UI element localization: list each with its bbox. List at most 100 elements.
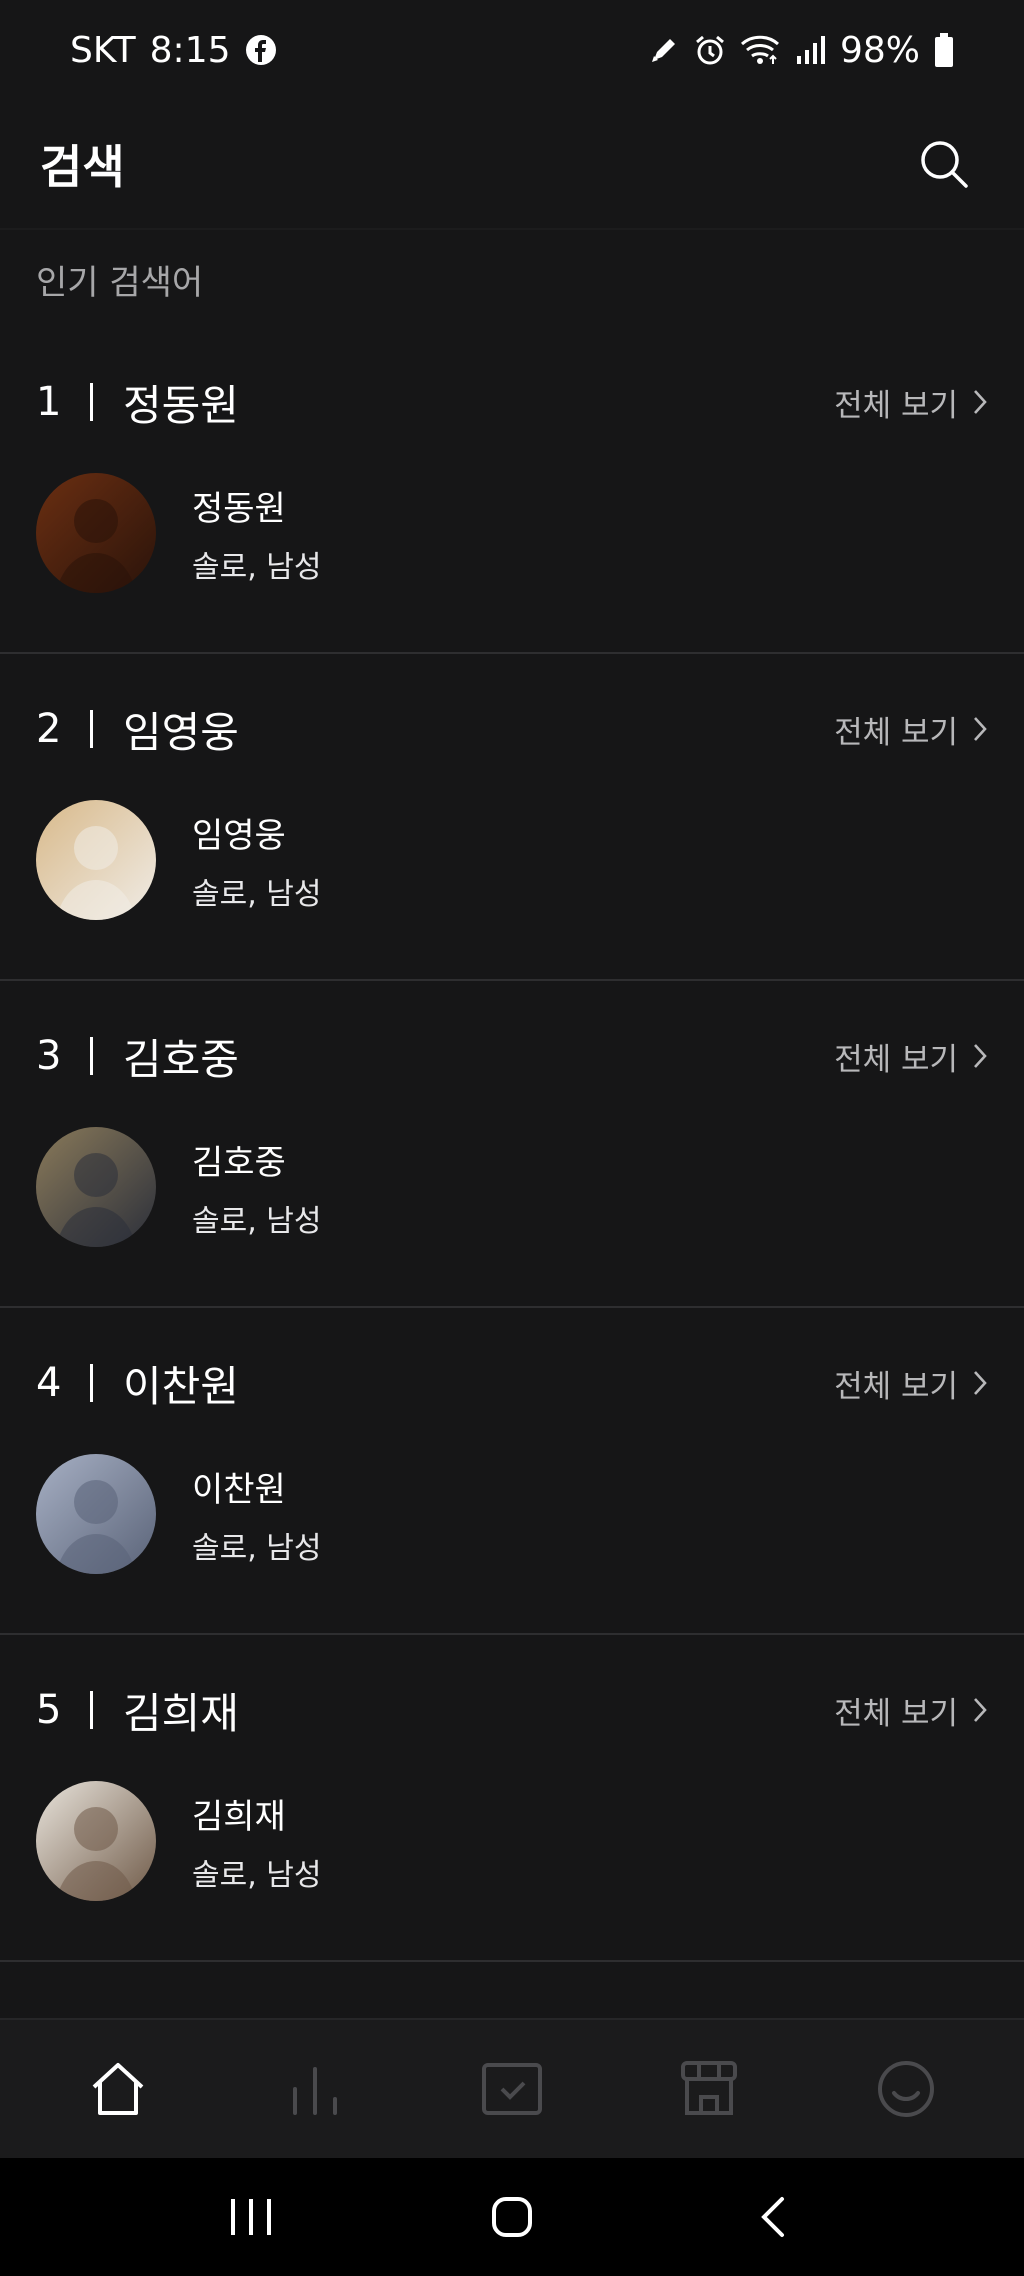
artist-name: 임영웅 — [192, 815, 286, 856]
artist-avatar — [36, 1127, 156, 1247]
system-nav — [0, 2158, 1024, 2276]
view-all-label: 전체 보기 — [834, 387, 958, 424]
rank-number: 1 — [36, 379, 62, 425]
rank-separator — [90, 383, 93, 421]
artist-avatar — [36, 1454, 156, 1574]
artist-avatar — [36, 1781, 156, 1901]
signal-icon — [794, 34, 826, 66]
nav-home[interactable] — [58, 2039, 178, 2139]
view-all-label: 전체 보기 — [834, 1695, 958, 1732]
chevron-right-icon — [974, 1698, 987, 1722]
artist-card[interactable]: 정동원 솔로, 남성 — [36, 473, 321, 593]
artist-meta: 솔로, 남성 — [192, 1530, 322, 1566]
artist-card[interactable]: 이찬원 솔로, 남성 — [36, 1454, 321, 1574]
rank-keyword: 김희재 — [123, 1688, 239, 1738]
rank-header: 1 정동원 전체 보기 — [36, 367, 988, 437]
rank-item[interactable]: 2 임영웅 전체 보기 임영웅 솔로, 남성 — [0, 654, 1024, 981]
home-icon — [93, 2063, 144, 2115]
artist-meta: 솔로, 남성 — [192, 1857, 322, 1893]
back-button[interactable] — [723, 2177, 823, 2257]
rank-item[interactable]: 5 김희재 전체 보기 김희재 솔로, 남성 — [0, 1635, 1024, 1962]
search-icon — [921, 141, 968, 188]
rank-item[interactable]: 4 이찬원 전체 보기 이찬원 솔로, 남성 — [0, 1308, 1024, 1635]
status-bar: SKT 8:15 98% — [0, 0, 1024, 100]
artist-card[interactable]: 김호중 솔로, 남성 — [36, 1127, 321, 1247]
artist-avatar — [36, 800, 156, 920]
rank-keyword: 이찬원 — [123, 1361, 239, 1411]
artist-avatar — [36, 473, 156, 593]
system-home-button[interactable] — [462, 2177, 562, 2257]
artist-meta: 솔로, 남성 — [192, 549, 322, 585]
artist-name: 김희재 — [192, 1796, 286, 1837]
home-circle-icon — [491, 2197, 532, 2237]
chart-icon — [293, 2067, 338, 2115]
rank-title: 3 김호중 — [36, 1026, 239, 1087]
status-right: 98% — [648, 30, 954, 71]
nav-store[interactable] — [649, 2039, 769, 2139]
view-all-link[interactable]: 전체 보기 — [834, 380, 988, 425]
rank-item[interactable]: 1 정동원 전체 보기 정동원 솔로, 남성 — [0, 327, 1024, 654]
artist-info: 김희재 솔로, 남성 — [192, 1789, 321, 1894]
rank-separator — [90, 1691, 93, 1729]
header-divider — [0, 228, 1024, 230]
nav-profile[interactable] — [846, 2039, 966, 2139]
rank-number: 4 — [36, 1360, 62, 1406]
rank-separator — [90, 1037, 93, 1075]
profile-icon — [877, 2061, 934, 2117]
rank-number: 3 — [36, 1033, 62, 1079]
rank-title: 1 정동원 — [36, 372, 239, 433]
rank-number: 2 — [36, 706, 62, 752]
clock-label: 8:15 — [149, 29, 231, 71]
view-all-link[interactable]: 전체 보기 — [834, 1688, 988, 1733]
artist-info: 정동원 솔로, 남성 — [192, 481, 321, 586]
chevron-right-icon — [974, 1371, 987, 1395]
rank-number: 5 — [36, 1687, 62, 1733]
search-button[interactable] — [904, 124, 984, 204]
artist-meta: 솔로, 남성 — [192, 1203, 322, 1239]
view-all-link[interactable]: 전체 보기 — [834, 1034, 988, 1079]
view-all-label: 전체 보기 — [834, 1368, 958, 1405]
rank-header: 4 이찬원 전체 보기 — [36, 1348, 988, 1418]
artist-meta: 솔로, 남성 — [192, 876, 322, 912]
chevron-right-icon — [974, 1044, 987, 1068]
chevron-right-icon — [974, 717, 987, 741]
pen-icon — [648, 34, 680, 66]
rank-title: 4 이찬원 — [36, 1353, 239, 1414]
rank-header: 2 임영웅 전체 보기 — [36, 694, 988, 764]
rank-separator — [90, 710, 93, 748]
recent-apps-icon — [230, 2199, 271, 2235]
view-all-label: 전체 보기 — [834, 1041, 958, 1078]
facebook-icon — [245, 34, 277, 66]
artist-name: 이찬원 — [192, 1469, 286, 1510]
view-all-link[interactable]: 전체 보기 — [834, 707, 988, 752]
wifi-icon — [740, 34, 780, 66]
rank-keyword: 임영웅 — [123, 707, 239, 757]
rank-separator — [90, 1364, 93, 1402]
view-all-label: 전체 보기 — [834, 714, 958, 751]
artist-info: 이찬원 솔로, 남성 — [192, 1462, 321, 1567]
chevron-right-icon — [974, 390, 987, 414]
artist-name: 김호중 — [192, 1142, 286, 1183]
app-header: 검색 — [0, 100, 1024, 228]
library-icon — [481, 2063, 542, 2115]
battery-icon — [934, 33, 954, 67]
nav-library[interactable] — [452, 2039, 572, 2139]
artist-info: 김호중 솔로, 남성 — [192, 1135, 321, 1240]
status-left: SKT 8:15 — [70, 30, 277, 71]
alarm-icon — [694, 34, 726, 66]
rank-title: 2 임영웅 — [36, 699, 239, 760]
rank-keyword: 정동원 — [123, 380, 239, 430]
recent-apps-button[interactable] — [201, 2177, 301, 2257]
rank-item[interactable]: 3 김호중 전체 보기 김호중 솔로, 남성 — [0, 981, 1024, 1308]
artist-name: 정동원 — [192, 488, 286, 529]
artist-info: 임영웅 솔로, 남성 — [192, 808, 321, 913]
back-icon — [761, 2197, 785, 2237]
popular-searches-label: 인기 검색어 — [36, 263, 204, 303]
carrier-label: SKT — [70, 29, 136, 71]
artist-card[interactable]: 김희재 솔로, 남성 — [36, 1781, 321, 1901]
artist-card[interactable]: 임영웅 솔로, 남성 — [36, 800, 321, 920]
view-all-link[interactable]: 전체 보기 — [834, 1361, 988, 1406]
store-icon — [680, 2061, 737, 2115]
nav-chart[interactable] — [255, 2039, 375, 2139]
rank-keyword: 김호중 — [123, 1034, 239, 1084]
